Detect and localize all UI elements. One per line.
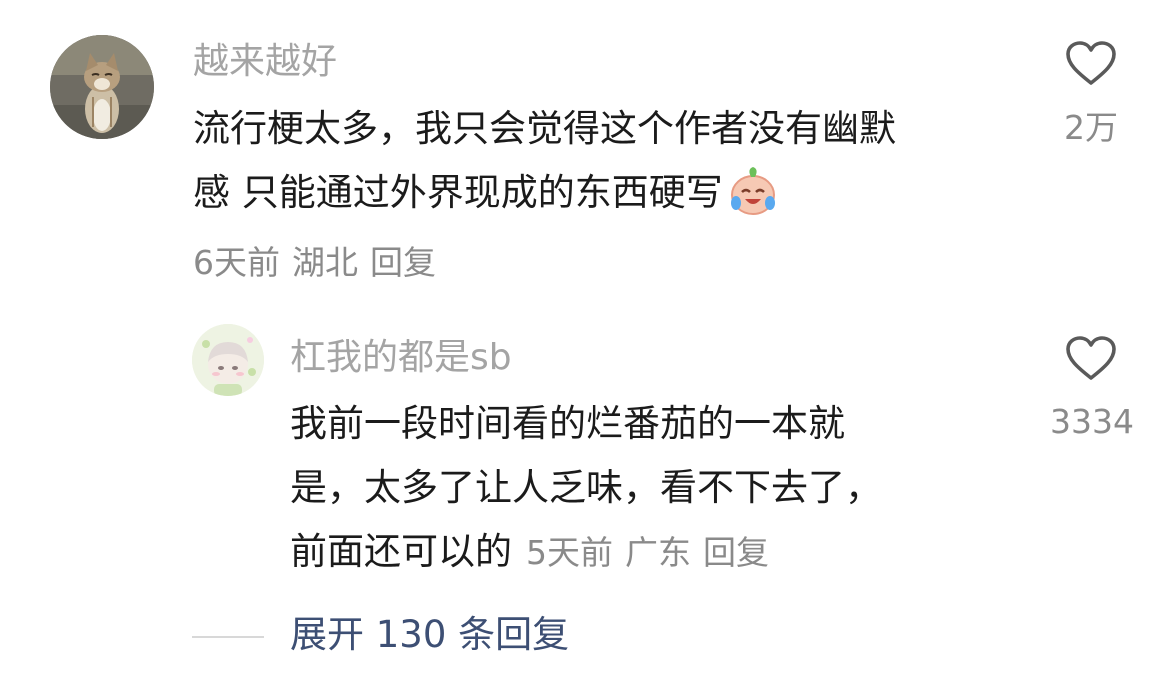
- like-count: 2万: [1064, 108, 1118, 147]
- comment-text-line-2: 感 只能通过外界现成的东西硬写: [193, 161, 896, 225]
- reply-text-line: 是，太多了让人乏味，看不下去了，: [290, 466, 882, 509]
- like-button[interactable]: [1065, 41, 1117, 87]
- reply-button[interactable]: 回复: [370, 243, 436, 282]
- heart-outline-icon: [1066, 336, 1116, 380]
- reply-meta: 5天前 广东 回复: [526, 533, 769, 572]
- reply-reply-button[interactable]: 回复: [703, 533, 769, 572]
- heart-outline-icon: [1066, 41, 1116, 85]
- reply-time: 5天前: [526, 533, 613, 572]
- laughing-crying-emoji-icon: [727, 165, 779, 217]
- reply-text-line-3: 前面还可以的 5天前 广东 回复: [290, 520, 882, 584]
- comment-meta: 6天前 湖北 回复: [193, 246, 436, 279]
- expand-divider: [192, 636, 264, 638]
- comment-text-line: 感 只能通过外界现成的东西硬写: [193, 171, 723, 214]
- reply-like-count: 3334: [1050, 402, 1134, 441]
- reply-text-line: 我前一段时间看的烂番茄的一本就: [290, 402, 845, 445]
- comment-location: 湖北: [292, 243, 358, 282]
- cat-avatar-image: [50, 35, 154, 139]
- expand-replies-button[interactable]: 展开 130 条回复: [290, 616, 569, 653]
- reply-avatar[interactable]: [192, 324, 264, 396]
- anime-avatar-image: [192, 324, 264, 396]
- reply-location: 广东: [625, 533, 691, 572]
- comment-body: 流行梗太多，我只会觉得这个作者没有幽默 感 只能通过外界现成的东西硬写: [193, 97, 896, 225]
- comment-text-line: 流行梗太多，我只会觉得这个作者没有幽默: [193, 107, 896, 150]
- reply-body: 我前一段时间看的烂番茄的一本就 是，太多了让人乏味，看不下去了， 前面还可以的 5…: [290, 392, 882, 584]
- avatar[interactable]: [50, 35, 154, 139]
- reply-username[interactable]: 杠我的都是sb: [290, 340, 512, 376]
- reply-text-line: 前面还可以的: [290, 530, 512, 573]
- reply-like-button[interactable]: [1065, 336, 1117, 382]
- comment-username[interactable]: 越来越好: [193, 44, 337, 80]
- comment-time: 6天前: [193, 243, 280, 282]
